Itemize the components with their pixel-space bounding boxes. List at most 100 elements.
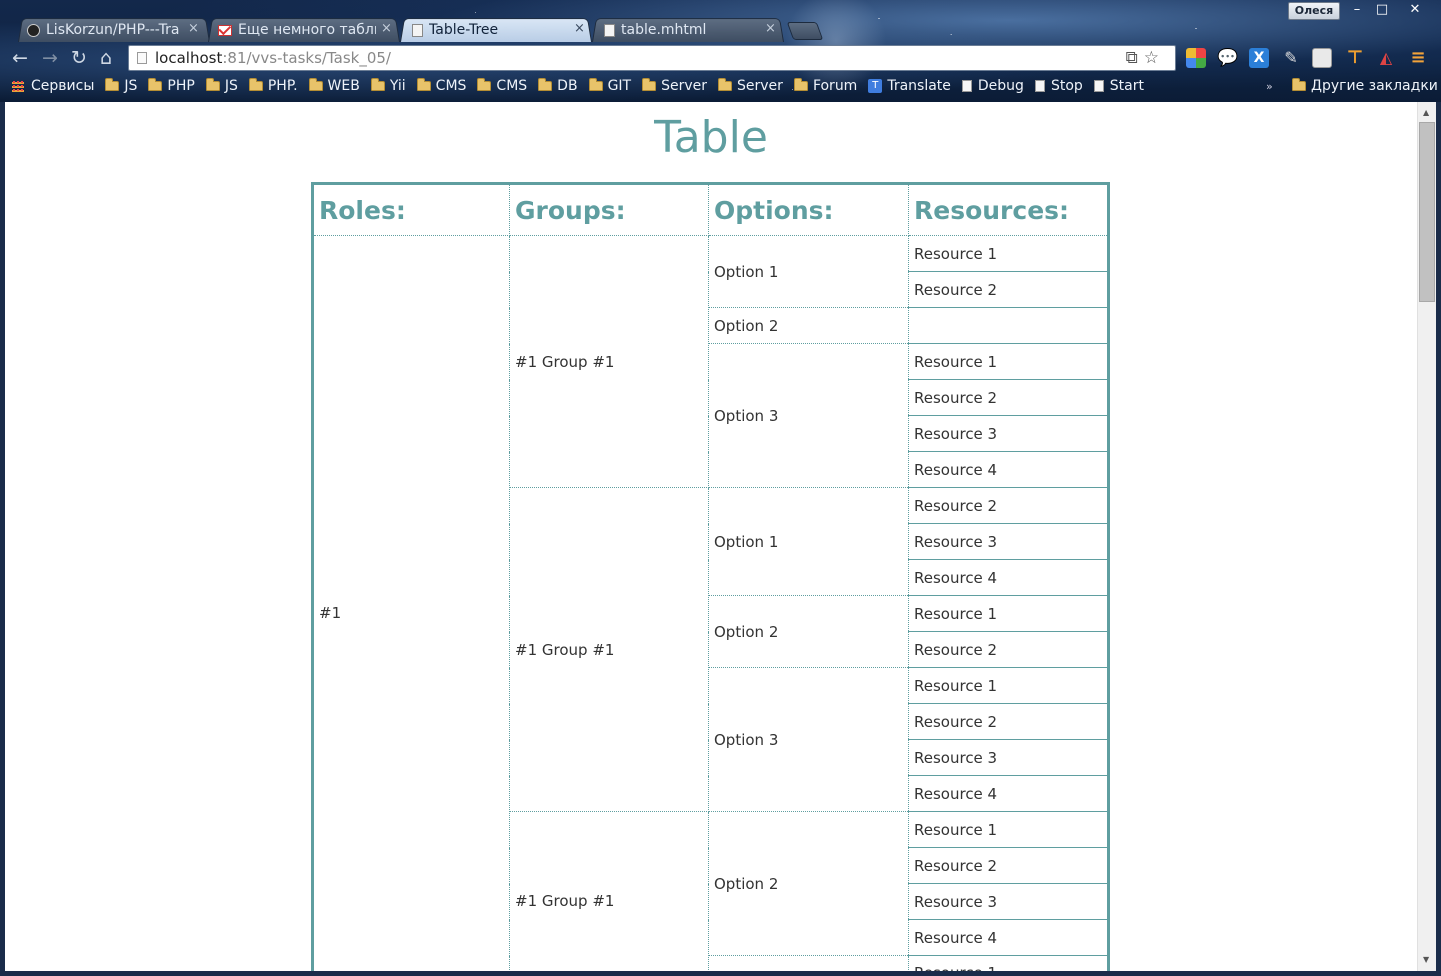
resource-cell: Resource 2 — [908, 703, 1109, 740]
folder-icon — [1292, 78, 1306, 91]
resource-cell: Resource 3 — [908, 523, 1109, 560]
bookmark-folder[interactable]: WEB — [308, 78, 360, 94]
resource-cell: Resource 4 — [908, 559, 1109, 596]
page-info-icon[interactable] — [137, 52, 147, 64]
page-icon — [412, 23, 423, 37]
bookmark-star-icon[interactable]: ☆ — [1144, 48, 1165, 68]
bookmark-folder[interactable]: JS — [105, 78, 137, 94]
group-cell: #1 Group #1 — [509, 487, 709, 812]
bookmark-page[interactable]: Start — [1093, 78, 1144, 94]
bookmark-label: PHP. — [267, 78, 298, 94]
profile-button[interactable]: Олеся — [1288, 2, 1340, 20]
other-bookmarks[interactable]: Другие закладки — [1292, 78, 1438, 94]
translate-page-icon[interactable]: ⧉ — [1126, 48, 1144, 68]
resource-cell: Resource 1 — [908, 595, 1109, 632]
extension-new-icon[interactable] — [1312, 48, 1332, 68]
home-icon[interactable]: ⌂ — [100, 49, 112, 68]
scroll-down-icon[interactable]: ▼ — [1423, 955, 1429, 964]
resource-cell: Resource 1 — [908, 955, 1109, 971]
forward-icon[interactable]: → — [42, 49, 58, 68]
bookmark-folder[interactable]: PHP. — [248, 78, 298, 94]
table-header-row: Roles: Groups: Options: Resources: — [312, 183, 1109, 236]
folder-icon — [248, 78, 263, 91]
scroll-up-icon[interactable]: ▲ — [1423, 108, 1429, 117]
resource-cell: Resource 2 — [908, 487, 1109, 524]
close-icon[interactable]: × — [765, 21, 776, 36]
folder-icon — [105, 78, 120, 91]
page-icon — [1034, 80, 1045, 92]
tab-title: LisKorzun/PHP---Tra — [46, 22, 180, 38]
bookmark-label: CMS — [496, 78, 528, 94]
bookmark-folder[interactable]: JS — [205, 78, 238, 94]
bookmark-label: Yii — [389, 78, 406, 94]
new-tab-button[interactable] — [786, 22, 824, 40]
column-header-groups: Groups: — [509, 183, 709, 236]
close-window-icon[interactable]: ✕ — [1402, 2, 1428, 18]
bookmark-label: WEB — [327, 78, 360, 94]
folder-icon — [642, 78, 657, 91]
bookmark-folder[interactable]: Server — [718, 78, 783, 94]
option-cell: Option 2 — [708, 595, 909, 668]
tree-table: Roles: Groups: Options: Resources: #1 #1 … — [311, 182, 1110, 971]
menu-icon[interactable]: ≡ — [1408, 48, 1428, 68]
tab-table-tree[interactable]: Table-Tree — [412, 19, 572, 41]
extension-chat-icon[interactable]: 💬 — [1217, 48, 1238, 68]
folder-icon — [718, 78, 733, 91]
bookmark-page[interactable]: Stop — [1034, 78, 1083, 94]
url-host: localhost — [155, 49, 223, 67]
bookmark-page[interactable]: Debug — [961, 78, 1024, 94]
resource-cell: Resource 1 — [908, 235, 1109, 272]
resource-cell: Resource 2 — [908, 379, 1109, 416]
folder-icon — [477, 78, 492, 91]
extension-x-icon[interactable]: X — [1249, 48, 1269, 68]
close-icon[interactable]: × — [574, 21, 585, 36]
tab-table-mhtml[interactable]: table.mhtml — [604, 19, 754, 41]
option-cell — [708, 955, 909, 971]
window-border — [0, 971, 1441, 976]
resource-cell: Resource 4 — [908, 775, 1109, 812]
bookmark-folder[interactable]: CMS — [477, 78, 527, 94]
option-cell: Option 1 — [708, 487, 909, 596]
reload-icon[interactable]: ↻ — [71, 49, 87, 68]
folder-icon — [538, 78, 553, 91]
bookmark-folder[interactable]: Server — [642, 78, 707, 94]
tab-github[interactable]: LisKorzun/PHP---Tra — [27, 19, 182, 41]
maximize-icon[interactable]: □ — [1370, 2, 1394, 18]
bookmark-folder[interactable]: DB — [538, 78, 578, 94]
tab-gmail[interactable]: Еще немного табли — [218, 19, 376, 41]
address-bar[interactable]: localhost:81/vvs-tasks/Task_05/ ⧉☆ — [128, 45, 1176, 71]
bookmark-label: Start — [1109, 78, 1144, 94]
minimize-icon[interactable]: – — [1345, 2, 1369, 18]
bookmark-label: Stop — [1050, 78, 1083, 94]
folder-icon — [148, 78, 163, 91]
page-viewport: Table Roles: Groups: Options: Resources:… — [5, 102, 1417, 971]
option-cell: Option 3 — [708, 343, 909, 488]
back-icon[interactable]: ← — [12, 49, 28, 68]
close-icon[interactable]: × — [188, 21, 199, 36]
extension-gauge-icon[interactable]: ◭ — [1376, 48, 1396, 68]
scrollbar-thumb[interactable] — [1419, 122, 1435, 302]
bookmark-folder[interactable]: Yii — [370, 78, 406, 94]
omnibox-actions: ⧉☆ — [1126, 48, 1165, 68]
extension-measure-icon[interactable]: ⊤ — [1345, 48, 1365, 68]
folder-icon — [793, 78, 808, 91]
bookmark-folder[interactable]: PHP — [148, 78, 195, 94]
bookmark-label: CMS — [435, 78, 467, 94]
vertical-scrollbar[interactable]: ▲ ▼ — [1417, 102, 1437, 971]
bookmark-folder[interactable]: GIT — [588, 78, 631, 94]
resource-cell: Resource 4 — [908, 451, 1109, 488]
extension-pen-icon[interactable]: ✎ — [1281, 48, 1301, 68]
bookmarks-overflow-icon[interactable]: » — [1266, 80, 1273, 93]
close-icon[interactable]: × — [381, 21, 392, 36]
column-header-roles: Roles: — [312, 183, 510, 236]
resource-cell: Resource 2 — [908, 271, 1109, 308]
bookmark-label: PHP — [167, 78, 195, 94]
github-icon — [27, 23, 40, 37]
resource-cell: Resource 1 — [908, 343, 1109, 380]
option-cell: Option 3 — [708, 667, 909, 812]
bookmark-folder[interactable]: Forum — [793, 78, 857, 94]
bookmark-services[interactable]: Сервисы — [0, 78, 94, 94]
extension-windows-icon[interactable] — [1186, 48, 1206, 68]
bookmark-folder[interactable]: CMS — [416, 78, 467, 94]
bookmark-translate[interactable]: T Translate — [868, 78, 951, 94]
